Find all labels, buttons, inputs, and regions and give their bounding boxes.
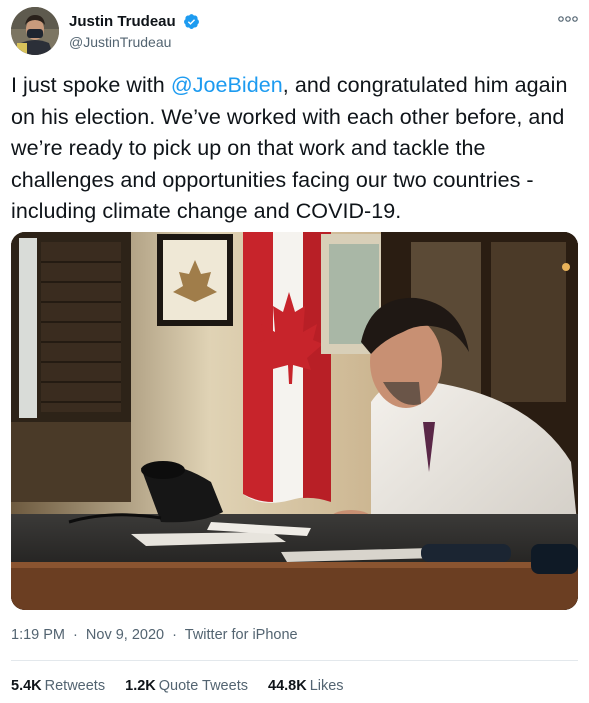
author-info: Justin Trudeau @JustinTrudeau: [69, 12, 200, 51]
tweet-text: I just spoke with @JoeBiden, and congrat…: [11, 70, 581, 228]
tweet-metadata: 1:19 PM · Nov 9, 2020 · Twitter for iPho…: [11, 625, 298, 645]
tweet-header: Justin Trudeau @JustinTrudeau: [0, 0, 589, 60]
more-options-icon: [558, 16, 578, 22]
likes-stat[interactable]: 44.8K Likes: [268, 676, 344, 696]
retweets-label: Retweets: [44, 678, 106, 694]
tweet-text-part-1: I just spoke with: [11, 73, 171, 97]
more-options-button[interactable]: [557, 12, 579, 26]
avatar-image: [11, 7, 59, 55]
quote-tweets-stat[interactable]: 1.2K Quote Tweets: [125, 676, 248, 696]
author-display-name[interactable]: Justin Trudeau: [69, 12, 176, 31]
retweets-stat[interactable]: 5.4K Retweets: [11, 676, 105, 696]
tweet-time[interactable]: 1:19 PM: [11, 627, 65, 643]
retweets-count: 5.4K: [11, 678, 42, 694]
author-handle[interactable]: @JustinTrudeau: [69, 33, 200, 51]
quote-tweets-count: 1.2K: [125, 678, 156, 694]
photo-image: [11, 232, 578, 610]
meta-separator: ·: [172, 627, 177, 643]
meta-separator: ·: [73, 627, 78, 643]
verified-check-icon: [184, 14, 200, 29]
likes-count: 44.8K: [268, 678, 307, 694]
divider: [11, 660, 578, 661]
avatar[interactable]: [11, 7, 59, 55]
tweet-source[interactable]: Twitter for iPhone: [185, 627, 298, 643]
tweet-date[interactable]: Nov 9, 2020: [86, 627, 164, 643]
quote-tweets-label: Quote Tweets: [158, 678, 248, 694]
likes-label: Likes: [309, 678, 344, 694]
tweet-stats: 5.4K Retweets 1.2K Quote Tweets 44.8K Likes: [11, 676, 360, 696]
tweet-photo[interactable]: [11, 232, 578, 610]
mention-link[interactable]: @JoeBiden: [171, 73, 283, 97]
